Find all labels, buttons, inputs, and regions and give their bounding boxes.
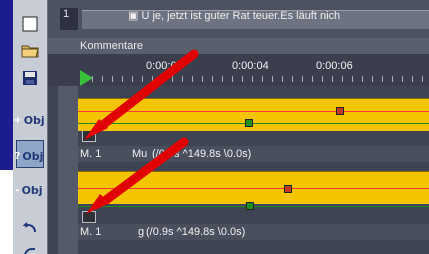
comment-text: ▣ U je, jetzt ist guter Rat teuer.Es läu… bbox=[128, 10, 341, 22]
track-1-envelope[interactable] bbox=[78, 98, 429, 131]
save-icon[interactable] bbox=[16, 64, 44, 92]
obj-remove-button[interactable]: - Obj bbox=[15, 174, 44, 202]
track-2-prefix: M. 1 bbox=[80, 226, 102, 238]
volume-keyframe[interactable] bbox=[336, 107, 344, 115]
checkbox-icon[interactable] bbox=[16, 10, 44, 38]
pan-line bbox=[78, 123, 429, 124]
left-toolbar: + Obj ? Obj - Obj bbox=[13, 0, 48, 254]
editor-area: 1 ▣ U je, jetzt ist guter Rat teuer.Es l… bbox=[48, 0, 429, 254]
speech-icon: ▣ bbox=[128, 10, 142, 22]
track-1-info: M. 1 Mu (/0.9s ^149.8s \0.0s) bbox=[78, 146, 429, 162]
track-1-prefix: M. 1 bbox=[80, 148, 102, 160]
track-2-name: g bbox=[138, 226, 145, 238]
track-2-times: (/0.9s ^149.8s \0.0s) bbox=[146, 226, 246, 238]
volume-keyframe[interactable] bbox=[284, 185, 292, 193]
track-2-handle[interactable] bbox=[82, 211, 96, 223]
volume-line bbox=[78, 111, 429, 112]
track-1-name: Mu bbox=[132, 148, 148, 160]
track-2-envelope[interactable] bbox=[78, 171, 429, 210]
comments-header: Kommentare bbox=[48, 38, 429, 54]
question-icon: ? bbox=[14, 150, 21, 162]
track-1-handle[interactable] bbox=[82, 130, 96, 142]
obj-add-label: Obj bbox=[23, 113, 45, 127]
track-2-info: M. 1 g (/0.9s ^149.8s \0.0s) bbox=[78, 224, 429, 240]
redo-icon[interactable] bbox=[16, 238, 44, 254]
pan-keyframe[interactable] bbox=[246, 202, 254, 210]
timeline-tick: 0:00:02 bbox=[146, 60, 183, 72]
open-folder-icon[interactable] bbox=[16, 36, 44, 64]
plus-icon: + bbox=[13, 114, 22, 126]
timeline-tick: 0:00:04 bbox=[232, 60, 269, 72]
obj-help-button[interactable]: ? Obj bbox=[14, 140, 44, 168]
window-border bbox=[0, 0, 13, 170]
volume-line bbox=[78, 188, 429, 189]
screenshot-frame: + Obj ? Obj - Obj 1 ▣ U je, jetzt ist gu… bbox=[0, 0, 429, 254]
timeline-ruler[interactable]: 0:00:02 0:00:04 0:00:06 bbox=[48, 54, 429, 86]
track-gutter bbox=[58, 86, 78, 254]
timeline-tick: 0:00:06 bbox=[316, 60, 353, 72]
track-number: 1 bbox=[60, 8, 78, 30]
ruler-ticks bbox=[92, 76, 429, 82]
obj-add-button[interactable]: + Obj bbox=[13, 104, 45, 132]
obj-help-label: Obj bbox=[22, 149, 44, 163]
obj-remove-label: Obj bbox=[21, 183, 43, 197]
pan-keyframe[interactable] bbox=[245, 119, 253, 127]
track-1-times: (/0.9s ^149.8s \0.0s) bbox=[152, 148, 252, 160]
top-track-bar: 1 ▣ U je, jetzt ist guter Rat teuer.Es l… bbox=[48, 0, 429, 38]
minus-icon: - bbox=[15, 184, 20, 196]
